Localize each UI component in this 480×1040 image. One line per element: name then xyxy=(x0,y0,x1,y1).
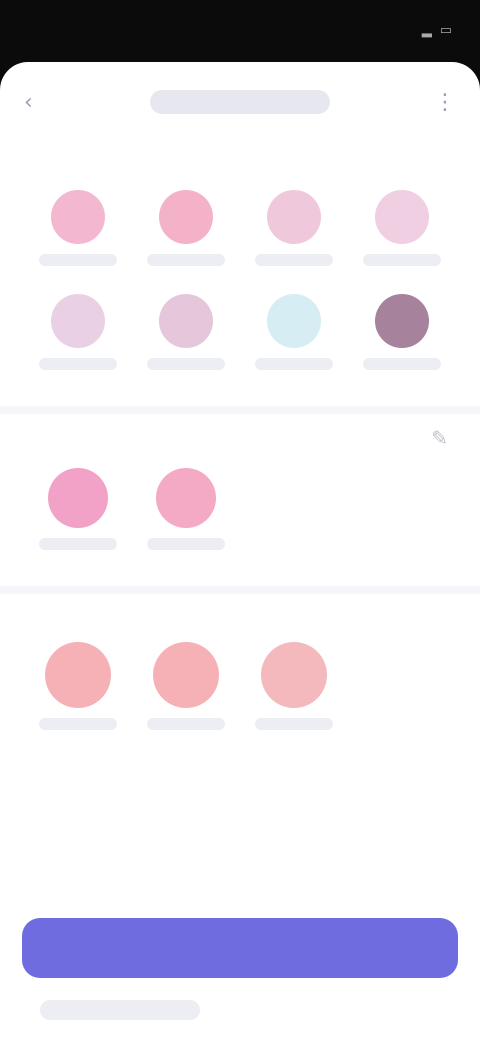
tile-label xyxy=(39,358,117,370)
tile-label xyxy=(255,718,333,730)
tile[interactable] xyxy=(240,642,348,730)
tile-icon xyxy=(51,294,105,348)
tile[interactable] xyxy=(132,190,240,266)
tile-label xyxy=(39,538,117,550)
tile[interactable] xyxy=(132,294,240,370)
section-1-grid xyxy=(24,190,456,370)
section-1 xyxy=(0,156,480,370)
status-bar: ▂ ▭ xyxy=(0,0,480,60)
header: ‹ ⋮ xyxy=(0,62,480,142)
back-icon[interactable]: ‹ xyxy=(24,90,33,115)
signal-icon: ▂ xyxy=(421,22,432,38)
tile-icon xyxy=(267,190,321,244)
tile-label xyxy=(363,254,441,266)
tile-label xyxy=(39,718,117,730)
tile[interactable] xyxy=(348,190,456,266)
section-3-grid xyxy=(24,642,456,730)
tile-icon xyxy=(159,190,213,244)
tile-icon xyxy=(156,468,216,528)
tile[interactable] xyxy=(240,190,348,266)
tile-label xyxy=(147,358,225,370)
tile-icon xyxy=(375,190,429,244)
tile-label xyxy=(147,254,225,266)
edit-icon[interactable]: ✎ xyxy=(423,422,456,454)
primary-action-button[interactable] xyxy=(22,918,458,978)
section-divider xyxy=(0,586,480,594)
tile-label xyxy=(363,358,441,370)
tile[interactable] xyxy=(24,190,132,266)
main-sheet: ‹ ⋮ ✎ xyxy=(0,62,480,1040)
tile-icon xyxy=(159,294,213,348)
section-3-title xyxy=(24,608,456,632)
more-icon[interactable]: ⋮ xyxy=(434,90,456,115)
tile-icon xyxy=(51,190,105,244)
tile-label xyxy=(255,358,333,370)
page-title xyxy=(150,90,330,114)
tile[interactable] xyxy=(348,294,456,370)
tile[interactable] xyxy=(240,294,348,370)
section-3 xyxy=(0,608,480,730)
tile-icon xyxy=(261,642,327,708)
footer-section-title xyxy=(40,1000,200,1020)
section-2-grid xyxy=(24,468,456,550)
section-2-header: ✎ xyxy=(24,414,456,462)
section-2: ✎ xyxy=(0,414,480,550)
tile-label xyxy=(39,254,117,266)
tile[interactable] xyxy=(24,468,132,550)
tile-icon xyxy=(45,642,111,708)
tile[interactable] xyxy=(132,642,240,730)
battery-icon: ▭ xyxy=(439,22,452,38)
tile[interactable] xyxy=(24,642,132,730)
section-1-title xyxy=(24,156,456,180)
tile-icon xyxy=(153,642,219,708)
tile-label xyxy=(147,538,225,550)
status-icons: ▂ ▭ xyxy=(422,23,452,38)
tile-label xyxy=(255,254,333,266)
tile[interactable] xyxy=(24,294,132,370)
section-divider xyxy=(0,406,480,414)
tile-icon xyxy=(375,294,429,348)
tile-icon xyxy=(48,468,108,528)
tile-icon xyxy=(267,294,321,348)
tile-label xyxy=(147,718,225,730)
tile[interactable] xyxy=(132,468,240,550)
